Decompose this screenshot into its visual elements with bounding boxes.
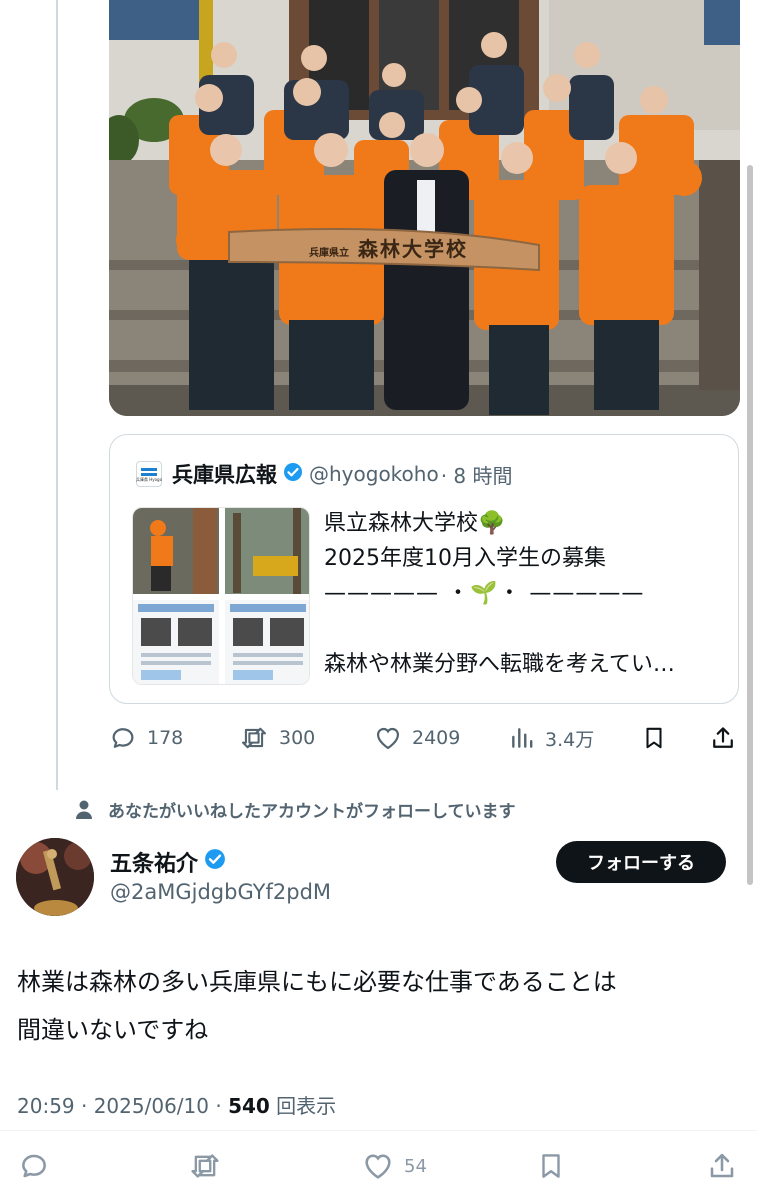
repost-icon xyxy=(242,727,266,749)
bottom-reply-button[interactable] xyxy=(18,1131,60,1201)
views-count: 3.4万 xyxy=(545,728,595,751)
thread-line xyxy=(56,0,58,790)
social-context-text: あなたがいいねしたアカウントがフォローしています xyxy=(108,802,516,822)
quoted-line-2: 2025年度10月入学生の募集 xyxy=(324,546,606,571)
social-context: あなたがいいねしたアカウントがフォローしています xyxy=(74,797,516,822)
quoted-line-4: 森林や林業分野へ転職を考えてい… xyxy=(324,652,675,677)
post-view-count: 540 xyxy=(228,1094,270,1118)
thumbnail-image xyxy=(133,508,309,684)
bottom-action-bar: 54 xyxy=(0,1130,757,1201)
quoted-post-header: 兵庫県 Hyogo 兵庫県広報 @hyogokoho · 8 時間 xyxy=(136,459,513,489)
post-text-line-2: 間違いないですね xyxy=(17,1016,209,1044)
logo-caption: 兵庫県 Hyogo xyxy=(135,476,163,482)
bookmark-button[interactable] xyxy=(641,718,677,758)
post-view-label: 回表示 xyxy=(276,1094,337,1118)
quoted-line-3: ————— ・🌱・ ————— xyxy=(324,581,645,606)
reply-icon xyxy=(22,1154,46,1178)
reply-icon xyxy=(112,728,134,748)
repost-count: 300 xyxy=(279,727,316,749)
views-button[interactable]: 3.4万 xyxy=(509,718,594,758)
verified-badge-icon xyxy=(283,462,303,486)
reply-count: 178 xyxy=(147,727,184,749)
bookmark-icon xyxy=(542,1154,560,1178)
quoted-author-handle[interactable]: @hyogokoho xyxy=(309,462,439,486)
person-icon xyxy=(76,800,92,819)
quoted-post-card[interactable]: 兵庫県 Hyogo 兵庫県広報 @hyogokoho · 8 時間 県立森林大学… xyxy=(109,434,739,704)
views-chart-icon xyxy=(512,728,533,748)
quoted-post-thumbnail[interactable] xyxy=(132,507,310,685)
author-name[interactable]: 五条祐介 xyxy=(110,846,198,878)
reply-button[interactable]: 178 xyxy=(109,718,183,758)
bottom-bookmark-button[interactable] xyxy=(536,1131,576,1201)
avatar-image xyxy=(16,838,94,916)
repost-icon xyxy=(191,1154,219,1178)
bottom-like-count: 54 xyxy=(404,1155,427,1177)
quoted-post-time: · 8 時間 xyxy=(440,463,513,488)
sign-prefix: 兵庫県立 xyxy=(309,248,349,259)
quoted-post-text: 県立森林大学校🌳 2025年度10月入学生の募集 ————— ・🌱・ —————… xyxy=(324,507,724,683)
bottom-share-button[interactable] xyxy=(706,1131,748,1201)
scrollbar[interactable] xyxy=(747,165,753,885)
share-icon xyxy=(713,727,733,748)
author-name-row[interactable]: 五条祐介 xyxy=(110,846,226,878)
post-photo[interactable]: 兵庫県立 森林大学校 xyxy=(109,0,740,416)
hyogo-logo-icon: 兵庫県 Hyogo xyxy=(136,461,162,487)
post-timestamp[interactable]: 20:59 · 2025/06/10 · xyxy=(17,1094,228,1118)
post-action-bar: 178 300 2409 3.4万 xyxy=(109,718,749,758)
follow-button[interactable]: フォローする xyxy=(556,841,726,883)
sign-text: 兵庫県立 森林大学校 xyxy=(309,233,468,262)
like-button[interactable]: 2409 xyxy=(374,718,460,758)
avatar[interactable] xyxy=(16,838,94,916)
share-icon xyxy=(710,1153,734,1178)
group-photo-image xyxy=(109,0,740,416)
heart-icon xyxy=(365,1154,391,1179)
bookmark-icon xyxy=(646,727,662,749)
repost-button[interactable]: 300 xyxy=(239,718,315,758)
bottom-like-button[interactable]: 54 xyxy=(362,1131,427,1201)
post-meta: 20:59 · 2025/06/10 · 540 回表示 xyxy=(17,1090,336,1119)
share-button[interactable] xyxy=(709,718,747,758)
post-text: 林業は森林の多い兵庫県にもに必要な仕事であることは 間違いないですね xyxy=(17,958,737,1054)
post-text-line-1: 林業は森林の多い兵庫県にもに必要な仕事であることは xyxy=(17,968,617,996)
quoted-line-1: 県立森林大学校🌳 xyxy=(324,511,506,536)
quoted-author-name[interactable]: 兵庫県広報 xyxy=(172,459,277,489)
verified-badge-icon xyxy=(204,848,226,876)
author-handle[interactable]: @2aMGjdgbGYf2pdM xyxy=(110,880,331,904)
like-count: 2409 xyxy=(412,727,461,749)
bottom-repost-button[interactable] xyxy=(188,1131,232,1201)
heart-icon xyxy=(376,727,400,750)
sign-main-text: 森林大学校 xyxy=(357,237,468,261)
